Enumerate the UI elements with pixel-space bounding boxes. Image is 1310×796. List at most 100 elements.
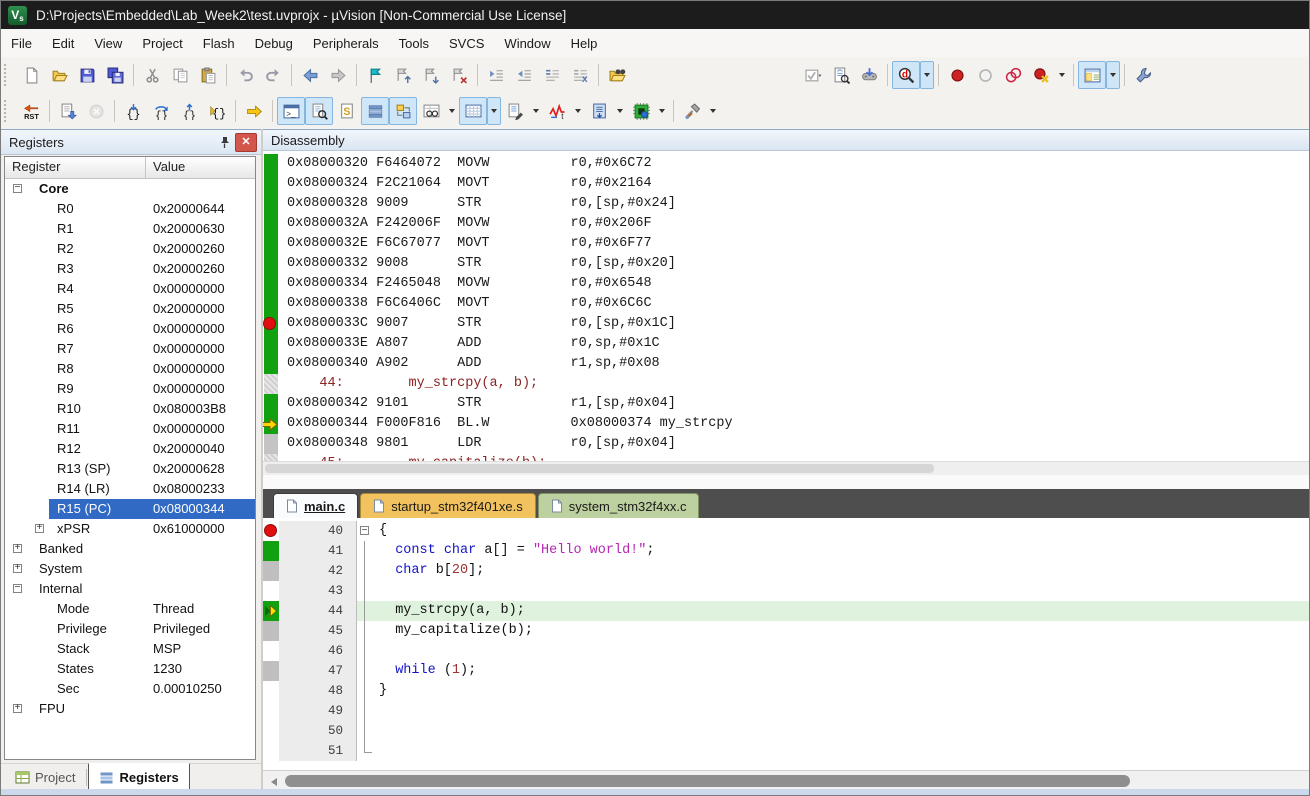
menu-peripherals[interactable]: Peripherals: [303, 32, 389, 55]
code-line-44[interactable]: 44 my_strcpy(a, b);: [263, 601, 1309, 621]
editor-gutter[interactable]: [263, 701, 279, 721]
unindent-button[interactable]: [510, 61, 538, 89]
save-all-button[interactable]: [101, 61, 129, 89]
tree-expander-expand[interactable]: +: [35, 524, 44, 533]
disassembly-line[interactable]: 0x08000348 9801 LDR r0,[sp,#0x04]: [263, 434, 1309, 454]
code-line-46[interactable]: 46: [263, 641, 1309, 661]
disassembly-line[interactable]: 0x08000338 F6C6406C MOVT r0,#0x6C6C: [263, 294, 1309, 314]
pin-icon[interactable]: [215, 133, 233, 151]
configure-button[interactable]: [1129, 61, 1157, 89]
disassembly-line[interactable]: 0x0800032A F242006F MOVW r0,#0x206F: [263, 214, 1309, 234]
register-row-system[interactable]: +System: [5, 559, 255, 579]
breakpoint-marker[interactable]: [263, 317, 276, 330]
coverage-gutter[interactable]: [264, 174, 278, 194]
scroll-left-arrow-icon[interactable]: [267, 775, 280, 788]
register-row-r2[interactable]: R20x20000260: [5, 239, 255, 259]
breakpoint-marker[interactable]: [264, 524, 277, 537]
previous-bookmark-button[interactable]: [389, 61, 417, 89]
code-line-45[interactable]: 45 my_capitalize(b);: [263, 621, 1309, 641]
register-row-r12[interactable]: R120x20000040: [5, 439, 255, 459]
step-out-button[interactable]: {}: [175, 97, 203, 125]
editor-tab-main-c[interactable]: main.c: [273, 493, 358, 518]
flash-download-button[interactable]: [855, 61, 883, 89]
analysis-window-button-dropdown[interactable]: [571, 97, 585, 125]
clear-bookmarks-button[interactable]: [445, 61, 473, 89]
register-row-banked[interactable]: +Banked: [5, 539, 255, 559]
toolbox-button[interactable]: [678, 97, 706, 125]
insert-bookmark-button[interactable]: [361, 61, 389, 89]
code-line-49[interactable]: 49: [263, 701, 1309, 721]
menu-tools[interactable]: Tools: [389, 32, 439, 55]
copy-button[interactable]: [166, 61, 194, 89]
kill-all-breakpoints-button[interactable]: [1027, 61, 1055, 89]
code-line-42[interactable]: 42 char b[20];: [263, 561, 1309, 581]
project-items-button[interactable]: [827, 61, 855, 89]
menu-window[interactable]: Window: [494, 32, 560, 55]
tree-expander-collapse[interactable]: −: [13, 184, 22, 193]
menu-view[interactable]: View: [84, 32, 132, 55]
disassembly-line[interactable]: 0x08000334 F2465048 MOVW r0,#0x6548: [263, 274, 1309, 294]
save-file-button[interactable]: [73, 61, 101, 89]
tree-expander-expand[interactable]: +: [13, 564, 22, 573]
editor-gutter[interactable]: [263, 641, 279, 661]
register-row-sec[interactable]: Sec0.00010250: [5, 679, 255, 699]
editor-gutter[interactable]: [263, 621, 279, 641]
code-line-41[interactable]: 41 const char a[] = "Hello world!";: [263, 541, 1309, 561]
step-button[interactable]: {}: [119, 97, 147, 125]
menu-project[interactable]: Project: [132, 32, 192, 55]
register-row-r4[interactable]: R40x00000000: [5, 279, 255, 299]
next-bookmark-button[interactable]: [417, 61, 445, 89]
coverage-gutter[interactable]: [264, 374, 278, 394]
run-button[interactable]: [54, 97, 82, 125]
disassembly-hscroll-thumb[interactable]: [265, 464, 934, 473]
code-line-48[interactable]: 48}: [263, 681, 1309, 701]
call-stack-button[interactable]: [389, 97, 417, 125]
editor-gutter[interactable]: [263, 521, 279, 541]
value-column-header[interactable]: Value: [146, 157, 255, 178]
comment-selection-button[interactable]: [538, 61, 566, 89]
find-in-files-button[interactable]: [603, 61, 631, 89]
select-target-checkbox[interactable]: [799, 61, 827, 89]
stop-button[interactable]: [82, 97, 110, 125]
register-row-mode[interactable]: ModeThread: [5, 599, 255, 619]
menu-svcs[interactable]: SVCS: [439, 32, 494, 55]
disassembly-line[interactable]: 0x08000342 9101 STR r1,[sp,#0x04]: [263, 394, 1309, 414]
disassembly-line[interactable]: 0x08000328 9009 STR r0,[sp,#0x24]: [263, 194, 1309, 214]
register-row-r14-lr-[interactable]: R14 (LR)0x08000233: [5, 479, 255, 499]
disable-all-breakpoints-button[interactable]: [999, 61, 1027, 89]
menu-debug[interactable]: Debug: [245, 32, 303, 55]
register-row-r7[interactable]: R70x00000000: [5, 339, 255, 359]
cut-button[interactable]: [138, 61, 166, 89]
register-row-core[interactable]: −Core: [5, 179, 255, 199]
system-viewer-button[interactable]: [627, 97, 655, 125]
register-row-r11[interactable]: R110x00000000: [5, 419, 255, 439]
symbols-window-button[interactable]: S: [333, 97, 361, 125]
register-row-stack[interactable]: StackMSP: [5, 639, 255, 659]
bottom-tab-project[interactable]: Project: [5, 764, 85, 791]
register-row-r9[interactable]: R90x00000000: [5, 379, 255, 399]
register-row-r1[interactable]: R10x20000630: [5, 219, 255, 239]
reset-button[interactable]: RST: [17, 97, 45, 125]
editor-tab-startup-stm32f401xe-s[interactable]: startup_stm32f401xe.s: [360, 493, 536, 518]
coverage-gutter[interactable]: [264, 334, 278, 354]
coverage-gutter[interactable]: [264, 234, 278, 254]
disassembly-line[interactable]: 45: my_capitalize(b);: [263, 454, 1309, 461]
trace-window-button[interactable]: [585, 97, 613, 125]
run-to-line-button[interactable]: {}: [203, 97, 231, 125]
editor-gutter[interactable]: [263, 741, 279, 761]
register-row-privilege[interactable]: PrivilegePrivileged: [5, 619, 255, 639]
window-layout-button-dropdown[interactable]: [1106, 61, 1120, 89]
editor-gutter[interactable]: [263, 601, 279, 621]
memory-window-button-dropdown[interactable]: [487, 97, 501, 125]
uncomment-selection-button[interactable]: [566, 61, 594, 89]
register-row-r10[interactable]: R100x080003B8: [5, 399, 255, 419]
code-line-47[interactable]: 47 while (1);: [263, 661, 1309, 681]
register-row-r6[interactable]: R60x00000000: [5, 319, 255, 339]
register-row-r13-sp-[interactable]: R13 (SP)0x20000628: [5, 459, 255, 479]
register-row-r0[interactable]: R00x20000644: [5, 199, 255, 219]
navigate-back-button[interactable]: [296, 61, 324, 89]
register-row-internal[interactable]: −Internal: [5, 579, 255, 599]
undo-button[interactable]: [231, 61, 259, 89]
editor-gutter[interactable]: [263, 661, 279, 681]
watch-window-button[interactable]: [417, 97, 445, 125]
